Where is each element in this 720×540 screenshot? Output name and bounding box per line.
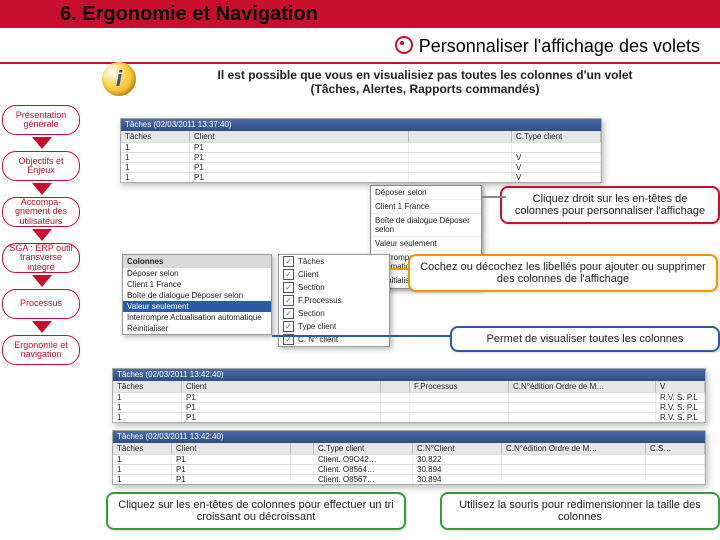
table-row: 1P1 (121, 142, 601, 152)
column-checklist: ✓Tâches ✓Client ✓Section ✓F.Processus ✓S… (278, 254, 390, 347)
table-rows: 1P1 1P1V 1P1V 1P1V (121, 142, 601, 182)
bullet-icon (395, 36, 413, 54)
check-item[interactable]: ✓Section (279, 281, 389, 294)
arrow-down-icon (32, 137, 52, 149)
panel-row[interactable]: Déposer selon (123, 268, 271, 279)
menu-item[interactable]: Client 1 France (371, 200, 481, 214)
checkbox-icon[interactable]: ✓ (283, 308, 294, 319)
info-line1: Il est possible que vous en visualisiez … (146, 68, 704, 82)
sidebar: Présentation générale Objectifs et Enjeu… (2, 105, 82, 365)
table-row: 1P1R.V. S. P.L (113, 402, 705, 412)
table-row: 1P1R.V. S. P.L (113, 392, 705, 402)
checkbox-icon[interactable]: ✓ (283, 282, 294, 293)
panel-row[interactable]: Interrompre Actualisation automatique (123, 312, 271, 323)
window-titlebar: Tâches (02/03/2011 13:42:40) (113, 369, 705, 381)
page-subtitle: Personnaliser l'affichage des volets (395, 36, 700, 57)
subtitle-text: Personnaliser l'affichage des volets (419, 36, 700, 56)
connector (272, 335, 452, 337)
table-row: 1P1Client. O8567…30.894 (113, 474, 705, 484)
sidebar-item-processus[interactable]: Processus (2, 289, 80, 319)
sidebar-item-sga[interactable]: SGA : ERP outil transverse intégré (2, 243, 80, 273)
info-icon: i (102, 62, 136, 96)
window-titlebar: Tâches (02/03/2011 13:37:40) (121, 119, 601, 131)
table-rows: 1P1R.V. S. P.L 1P1R.V. S. P.L 1P1R.V. S.… (113, 392, 705, 422)
screenshot-tasks-initial: Tâches (02/03/2011 13:37:40) Tâches Clie… (120, 118, 602, 183)
checkbox-icon[interactable]: ✓ (283, 295, 294, 306)
menu-item[interactable]: Boîte de dialogue Déposer selon (371, 214, 481, 237)
column-headers[interactable]: Tâches Client F.Processus C.N°édition Or… (113, 381, 705, 392)
connector (482, 196, 506, 198)
arrow-down-icon (32, 321, 52, 333)
check-item[interactable]: ✓Tâches (279, 255, 389, 268)
check-item[interactable]: ✓Section (279, 307, 389, 320)
panel-row[interactable]: Boîte de dialogue Déposer selon (123, 290, 271, 301)
arrow-down-icon (32, 229, 52, 241)
checkbox-icon[interactable]: ✓ (283, 269, 294, 280)
sidebar-item-presentation[interactable]: Présentation générale (2, 105, 80, 135)
table-row: 1P1R.V. S. P.L (113, 412, 705, 422)
arrow-down-icon (32, 275, 52, 287)
callout-sort: Cliquez sur les en-têtes de colonnes pou… (106, 492, 406, 530)
callout-view-all: Permet de visualiser toutes les colonnes (450, 326, 720, 352)
check-item[interactable]: ✓Client (279, 268, 389, 281)
options-panel: Colonnes Déposer selon Client 1 France B… (122, 254, 272, 335)
table-rows: 1P1Client. O9O42…30.822 1P1Client. O8564… (113, 454, 705, 484)
info-line2: (Tâches, Alertes, Rapports commandés) (146, 82, 704, 96)
sidebar-item-ergonomie[interactable]: Ergonomie et navigation (2, 335, 80, 365)
table-row: 1P1Client. O9O42…30.822 (113, 454, 705, 464)
panel-header: Colonnes (123, 255, 271, 268)
screenshot-tasks-resized: Tâches (02/03/2011 13:42:40) Tâches Clie… (112, 430, 706, 485)
panel-row[interactable]: Client 1 France (123, 279, 271, 290)
column-headers[interactable]: Tâches Client C.Type client C.N°Client C… (113, 443, 705, 454)
column-headers[interactable]: Tâches Client C.Type client (121, 131, 601, 142)
callout-check-columns: Cochez ou décochez les libellés pour ajo… (408, 254, 718, 292)
table-row: 1P1V (121, 172, 601, 182)
menu-item[interactable]: Déposer selon (371, 186, 481, 200)
screenshot-tasks-sorted: Tâches (02/03/2011 13:42:40) Tâches Clie… (112, 368, 706, 423)
checkbox-icon[interactable]: ✓ (283, 321, 294, 332)
sidebar-item-objectifs[interactable]: Objectifs et Enjeux (2, 151, 80, 181)
menu-item[interactable]: Valeur seulement (371, 237, 481, 251)
table-row: 1P1Client. O8564…30.894 (113, 464, 705, 474)
panel-row[interactable]: Réinitialiser (123, 323, 271, 334)
info-box: i Il est possible que vous en visualisie… (90, 64, 710, 102)
callout-right-click: Cliquez droit sur les en-têtes de colonn… (500, 186, 720, 224)
page-title: 6. Ergonomie et Navigation (60, 3, 318, 26)
check-item[interactable]: ✓F.Processus (279, 294, 389, 307)
slide: 6. Ergonomie et Navigation Personnaliser… (0, 0, 720, 540)
connector (390, 268, 410, 270)
check-item[interactable]: ✓Type client (279, 320, 389, 333)
arrow-down-icon (32, 183, 52, 195)
panel-row-selected[interactable]: Valeur seulement (123, 301, 271, 312)
table-row: 1P1V (121, 152, 601, 162)
table-row: 1P1V (121, 162, 601, 172)
callout-resize: Utilisez la souris pour redimensionner l… (440, 492, 720, 530)
checkbox-icon[interactable]: ✓ (283, 256, 294, 267)
sidebar-item-accompagnement[interactable]: Accompa-gnement des utilisateurs (2, 197, 80, 227)
window-titlebar: Tâches (02/03/2011 13:42:40) (113, 431, 705, 443)
